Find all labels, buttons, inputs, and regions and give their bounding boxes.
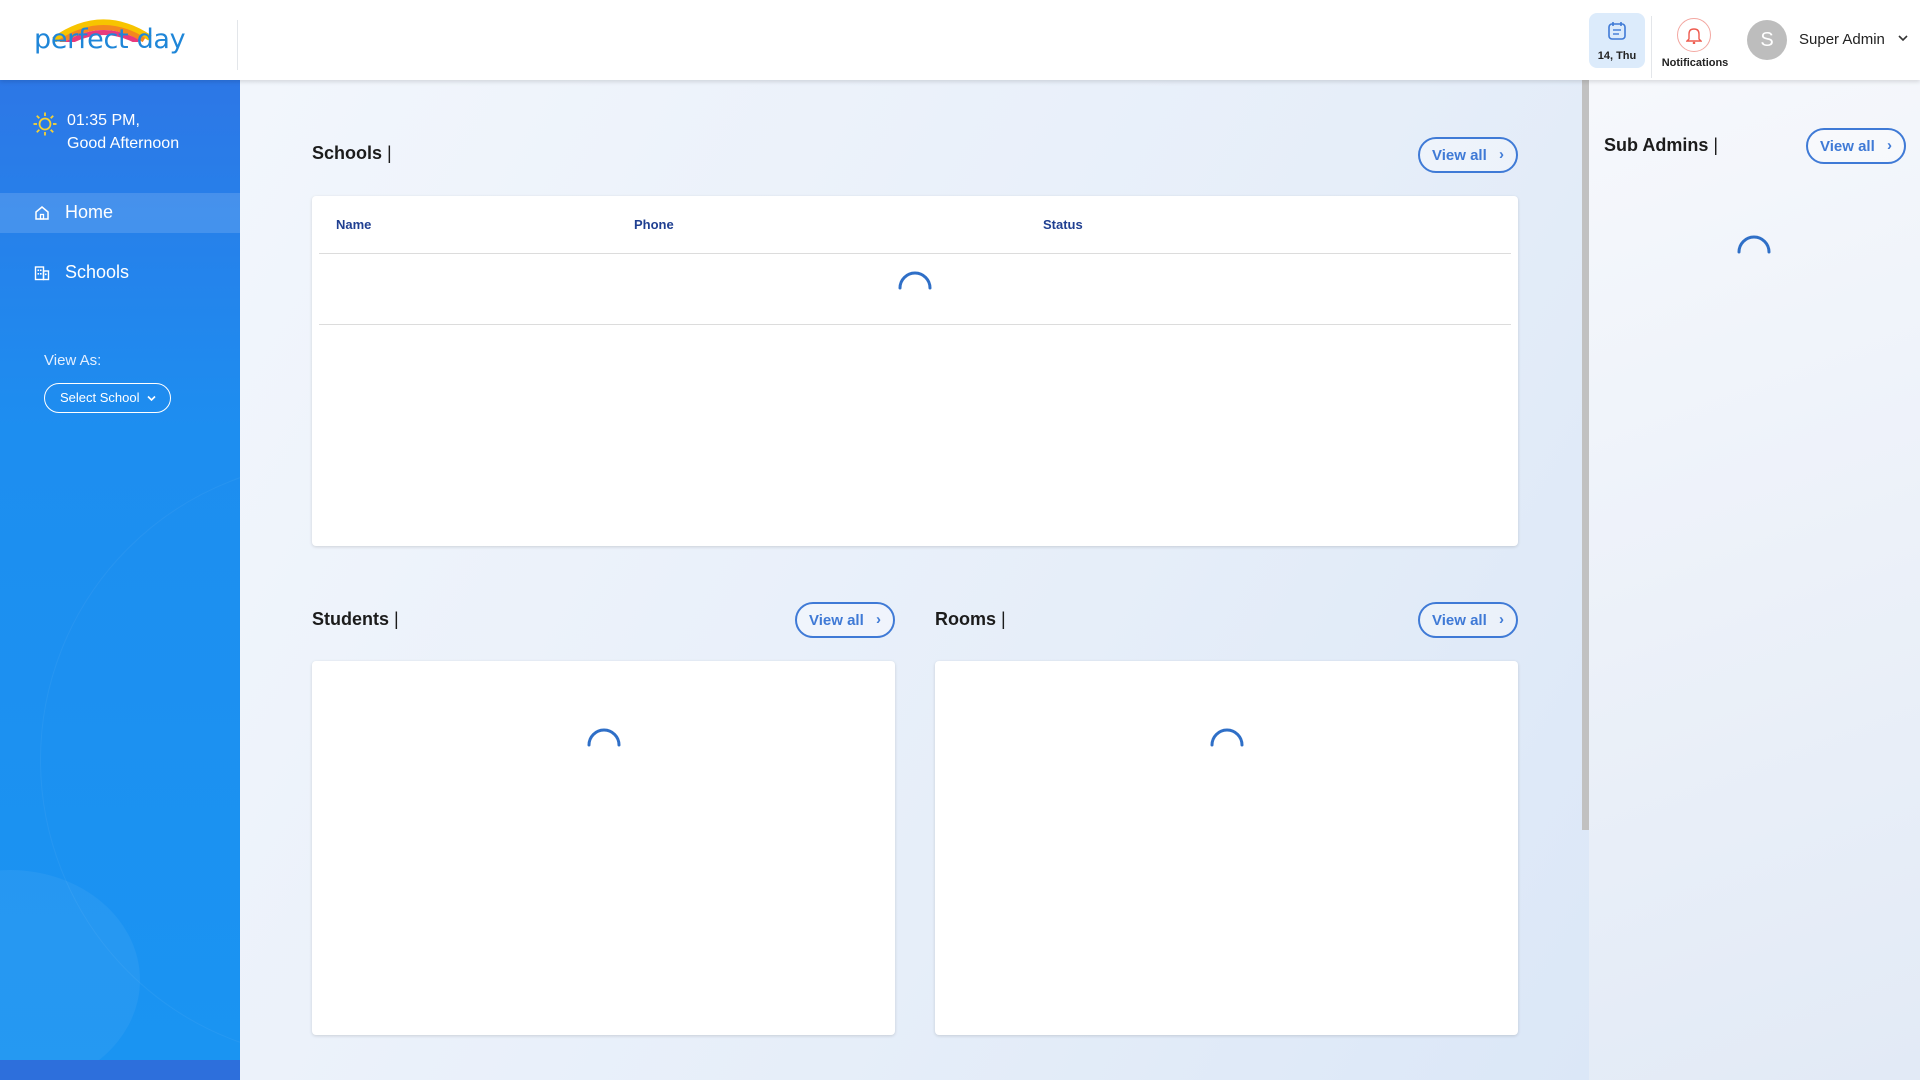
chevron-right-icon: › bbox=[1499, 146, 1504, 163]
date-label: 14, Thu bbox=[1597, 50, 1637, 62]
greeting-text: Good Afternoon bbox=[67, 135, 180, 152]
date-widget[interactable]: 14, Thu bbox=[1589, 13, 1645, 68]
avatar[interactable]: S bbox=[1747, 20, 1787, 60]
students-title: Students bbox=[312, 609, 390, 629]
title-separator: | bbox=[1001, 609, 1006, 629]
chevron-right-icon: › bbox=[876, 611, 881, 628]
notifications-button[interactable]: Notifications bbox=[1655, 16, 1735, 76]
sub-admins-section-title: Sub Admins | bbox=[1604, 135, 1718, 156]
sidebar: 01:35 PM, Good Afternoon Home Schools Vi… bbox=[0, 80, 240, 1080]
table-divider bbox=[319, 324, 1511, 325]
students-view-all-button[interactable]: View all › bbox=[795, 602, 895, 638]
students-card bbox=[312, 661, 895, 1035]
schools-table-header: Name Phone Status bbox=[312, 196, 1518, 253]
loading-spinner-icon bbox=[1737, 235, 1771, 254]
user-name[interactable]: Super Admin bbox=[1799, 31, 1885, 48]
scrollbar[interactable] bbox=[1582, 80, 1589, 830]
header-separator bbox=[1651, 16, 1652, 78]
chevron-down-icon[interactable] bbox=[1897, 34, 1909, 42]
view-all-label: View all bbox=[809, 612, 864, 629]
sidebar-item-schools[interactable]: Schools bbox=[0, 253, 240, 293]
sub-admins-title: Sub Admins bbox=[1604, 135, 1709, 155]
calendar-icon bbox=[1608, 22, 1626, 40]
title-separator: | bbox=[387, 143, 392, 163]
logo-text: perfect day bbox=[34, 24, 186, 55]
column-header-phone[interactable]: Phone bbox=[634, 217, 674, 232]
table-divider bbox=[319, 253, 1511, 254]
students-section-title: Students | bbox=[312, 609, 399, 630]
building-icon bbox=[34, 266, 50, 281]
sidebar-item-home[interactable]: Home bbox=[0, 193, 240, 233]
schools-table-card: Name Phone Status bbox=[312, 196, 1518, 546]
bell-icon bbox=[1686, 28, 1702, 44]
current-time: 01:35 PM, bbox=[67, 112, 140, 129]
column-header-name[interactable]: Name bbox=[336, 217, 371, 232]
sidebar-footer bbox=[0, 1060, 240, 1080]
sub-admins-view-all-button[interactable]: View all › bbox=[1806, 128, 1906, 164]
top-header: perfect day 14, Thu Notifications S Supe… bbox=[0, 0, 1920, 80]
rooms-card bbox=[935, 661, 1518, 1035]
sidebar-item-label: Home bbox=[65, 202, 114, 222]
home-icon bbox=[35, 206, 49, 220]
bell-icon-wrapper bbox=[1677, 18, 1711, 52]
loading-spinner-icon bbox=[1210, 728, 1244, 747]
sidebar-item-label: Schools bbox=[65, 262, 130, 282]
column-header-status[interactable]: Status bbox=[1043, 217, 1083, 232]
select-school-label: Select School bbox=[60, 390, 140, 405]
title-separator: | bbox=[1713, 135, 1719, 155]
schools-title: Schools bbox=[312, 143, 383, 163]
app-logo[interactable]: perfect day bbox=[34, 12, 186, 56]
rooms-title: Rooms bbox=[935, 609, 997, 629]
header-divider bbox=[237, 20, 238, 70]
title-separator: | bbox=[394, 609, 399, 629]
chevron-right-icon: › bbox=[1499, 611, 1504, 628]
schools-section-title: Schools | bbox=[312, 143, 392, 164]
select-school-dropdown[interactable]: Select School bbox=[44, 383, 171, 413]
view-all-label: View all bbox=[1432, 612, 1487, 629]
schools-view-all-button[interactable]: View all › bbox=[1418, 137, 1518, 173]
rooms-view-all-button[interactable]: View all › bbox=[1418, 602, 1518, 638]
view-all-label: View all bbox=[1820, 138, 1875, 155]
loading-spinner-icon bbox=[898, 271, 932, 290]
view-as-label: View As: bbox=[44, 352, 102, 369]
notifications-label: Notifications bbox=[1661, 57, 1729, 69]
sun-icon bbox=[33, 112, 57, 136]
rooms-section-title: Rooms | bbox=[935, 609, 1006, 630]
chevron-down-icon bbox=[147, 395, 156, 402]
loading-spinner-icon bbox=[587, 728, 621, 747]
view-all-label: View all bbox=[1432, 147, 1487, 164]
chevron-right-icon: › bbox=[1887, 137, 1892, 154]
